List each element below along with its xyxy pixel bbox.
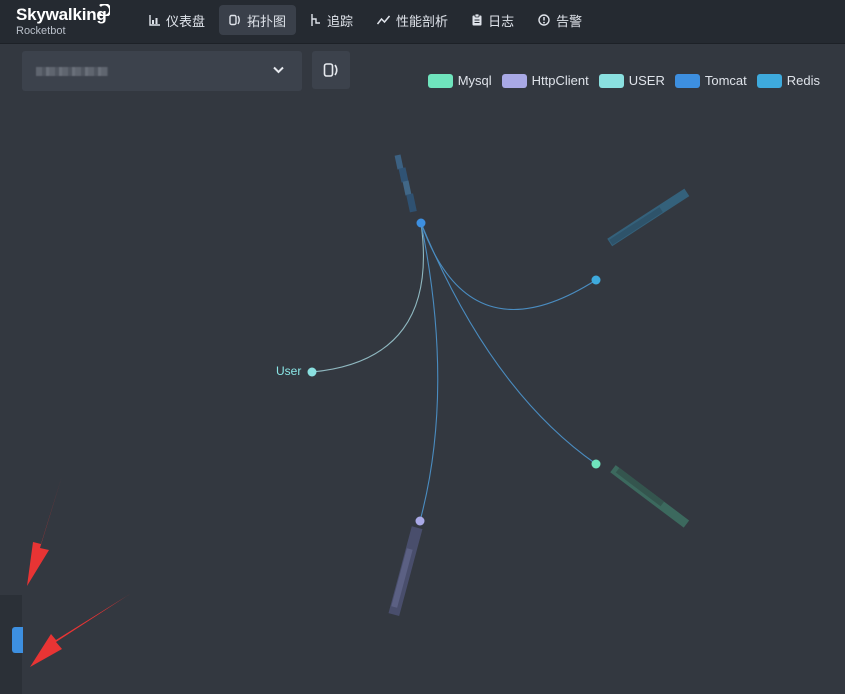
- link-user-to-tomcat: [311, 222, 425, 373]
- node-user-label: User: [276, 364, 302, 378]
- node-redis: [591, 275, 601, 285]
- blurred-label-tomcat: [394, 154, 417, 213]
- node-tomcat: [416, 218, 426, 228]
- annotation-arrows: [27, 476, 130, 667]
- link-tomcat-to-mysql: [420, 222, 597, 465]
- blurred-label-httpclient: [388, 526, 423, 617]
- red-arrow-icon: [30, 594, 130, 667]
- blurred-label-redis: [607, 188, 690, 247]
- link-tomcat-to-redis: [420, 222, 597, 310]
- node-user: [307, 367, 317, 377]
- node-httpclient: [415, 516, 425, 526]
- node-mysql: [591, 459, 601, 469]
- red-arrow-icon: [27, 476, 62, 586]
- blurred-label-mysql: [610, 465, 690, 528]
